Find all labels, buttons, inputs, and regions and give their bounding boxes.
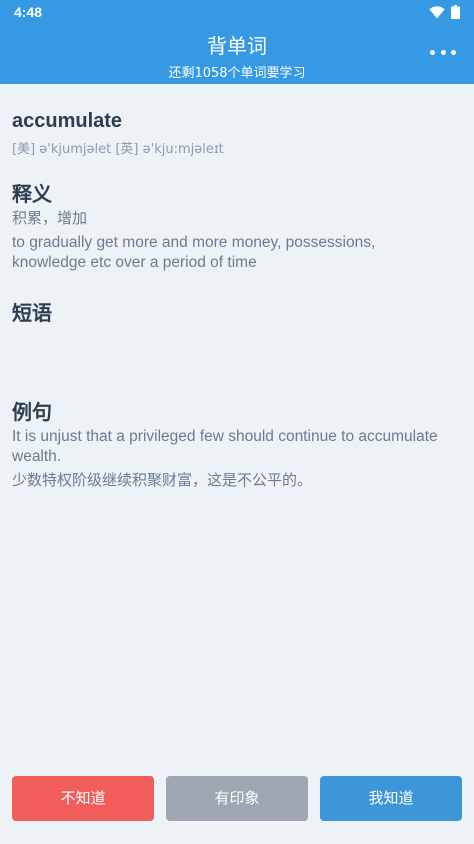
battery-icon	[451, 5, 460, 19]
example-cn: 少数特权阶级继续积聚财富，这是不公平的。	[12, 471, 313, 489]
app-header: 4:48 背单词 还剩1058个单词要学习	[0, 0, 474, 84]
wifi-icon	[429, 5, 445, 18]
page-subtitle: 还剩1058个单词要学习	[168, 66, 306, 81]
example-en: It is unjust that a privileged few shoul…	[12, 428, 438, 465]
definition-title: 释义	[12, 182, 52, 206]
more-dot-icon	[451, 49, 456, 55]
more-options-button[interactable]	[430, 44, 456, 60]
definition-en: to gradually get more and more money, po…	[12, 234, 376, 271]
page-title: 背单词	[207, 34, 267, 58]
dont-know-button[interactable]: 不知道	[12, 776, 154, 821]
word-text: accumulate	[12, 110, 123, 132]
example-title: 例句	[12, 400, 52, 424]
word-phonetic: [美] ə'kjumjəlet [英] ə'kju:mjəleɪt	[12, 142, 224, 157]
definition-cn: 积累，增加	[12, 209, 88, 227]
impression-button[interactable]: 有印象	[166, 776, 308, 821]
phrases-title: 短语	[12, 301, 52, 325]
more-dot-icon	[440, 49, 446, 55]
status-icons	[429, 5, 460, 19]
status-time: 4:48	[14, 4, 43, 20]
know-button[interactable]: 我知道	[320, 776, 462, 821]
more-dot-icon	[430, 49, 435, 55]
